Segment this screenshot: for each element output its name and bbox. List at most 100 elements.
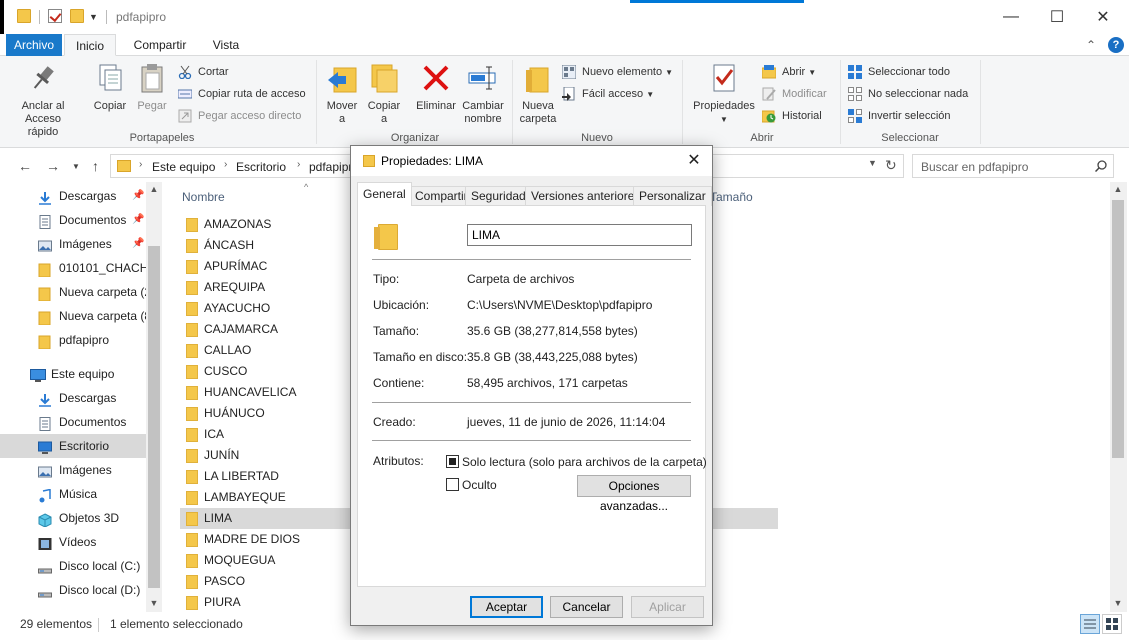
file-list-scrollbar-thumb[interactable]	[1112, 200, 1124, 458]
sidebar-item-quick-2[interactable]: Imágenes 📌	[0, 232, 146, 256]
pc-icon	[30, 367, 46, 382]
sidebar-item-pc-1[interactable]: Documentos	[0, 410, 146, 434]
column-header-name[interactable]: Nombre	[182, 190, 225, 204]
folder-icon	[38, 261, 52, 278]
nav-scrollbar-thumb[interactable]	[148, 246, 160, 588]
new-folder-button[interactable]: Nueva carpeta	[516, 62, 560, 126]
maximize-button[interactable]: ☐	[1034, 0, 1080, 34]
tab-general[interactable]: General	[357, 182, 412, 206]
dialog-close-icon[interactable]: ✕	[682, 150, 706, 172]
cut-button[interactable]: Cortar	[178, 63, 229, 81]
recent-locations-icon[interactable]: ▼	[72, 162, 80, 171]
minimize-button[interactable]: —	[988, 0, 1034, 34]
scroll-down-icon[interactable]: ▼	[146, 598, 162, 608]
sidebar-item-este-equipo[interactable]: Este equipo	[0, 362, 146, 386]
tab-compartir[interactable]: Compartir	[409, 186, 474, 206]
prop-value-creado: jueves, 11 de junio de 2026, 11:14:04	[467, 415, 666, 429]
sidebar-item-quick-5[interactable]: Nueva carpeta (8	[0, 304, 146, 328]
sidebar-item-pc-6[interactable]: Vídeos	[0, 530, 146, 554]
pin-icon[interactable]: 📌	[132, 184, 144, 208]
tab-vista[interactable]: Vista	[204, 34, 248, 56]
sidebar-item-pc-4[interactable]: Música	[0, 482, 146, 506]
sidebar-item-quick-3[interactable]: 010101_CHACHA	[0, 256, 146, 280]
properties-button[interactable]: Propiedades ▼	[688, 62, 760, 126]
details-view-icon[interactable]	[1080, 614, 1100, 634]
sidebar-item-pc-8[interactable]: Disco local (D:)	[0, 578, 146, 602]
download-icon	[38, 189, 52, 205]
edit-label: Modificar	[782, 88, 827, 100]
help-icon[interactable]: ?	[1108, 37, 1124, 53]
edit-button[interactable]: Modificar	[762, 85, 827, 103]
folder-icon	[186, 302, 198, 316]
pin-icon[interactable]: 📌	[132, 232, 144, 256]
select-all-button[interactable]: Seleccionar todo	[848, 63, 950, 81]
invert-selection-button[interactable]: Invertir selección	[848, 107, 951, 125]
tab-versiones-anteriores[interactable]: Versiones anteriores	[525, 186, 647, 206]
hidden-checkbox[interactable]	[446, 478, 459, 491]
sidebar-item-quick-6[interactable]: pdfapipro	[0, 328, 146, 352]
history-button[interactable]: Historial	[761, 107, 822, 125]
sidebar-item-pc-5[interactable]: Objetos 3D	[0, 506, 146, 530]
search-icon[interactable]	[1094, 160, 1107, 173]
advanced-options-button[interactable]: Opciones avanzadas...	[577, 475, 691, 513]
search-input[interactable]: Buscar en pdfapipro	[912, 154, 1114, 178]
new-folder-icon[interactable]	[70, 9, 84, 23]
collapse-ribbon-icon[interactable]: ⌃	[1086, 38, 1096, 52]
scroll-up-icon[interactable]: ▲	[146, 184, 162, 194]
sidebar-item-quick-4[interactable]: Nueva carpeta (2	[0, 280, 146, 304]
breadcrumb-este-equipo[interactable]: Este equipo	[152, 160, 215, 174]
move-to-button[interactable]: Mover a	[322, 62, 362, 126]
select-none-button[interactable]: No seleccionar nada	[848, 85, 968, 103]
sidebar-item-pc-2[interactable]: Escritorio	[0, 434, 146, 458]
paste-button[interactable]: Pegar	[133, 62, 171, 113]
readonly-checkbox[interactable]	[446, 455, 459, 468]
dialog-title-bar[interactable]: Propiedades: LIMA ✕	[351, 146, 712, 176]
scroll-up-icon[interactable]: ▲	[1110, 184, 1126, 194]
prop-value-tamano: 35.6 GB (38,277,814,558 bytes)	[467, 324, 638, 338]
file-name: PIURA	[204, 595, 241, 609]
cancel-button[interactable]: Cancelar	[550, 596, 623, 618]
large-icons-view-icon[interactable]	[1102, 614, 1122, 634]
tab-inicio[interactable]: Inicio	[64, 34, 116, 56]
copy-button[interactable]: Copiar	[90, 62, 130, 113]
apply-button[interactable]: Aplicar	[631, 596, 704, 618]
address-dropdown-icon[interactable]: ▼	[868, 158, 877, 168]
back-arrow-icon[interactable]: ←	[18, 158, 32, 174]
tab-compartir[interactable]: Compartir	[124, 34, 196, 56]
sidebar-item-pc-0[interactable]: Descargas	[0, 386, 146, 410]
properties-check-icon[interactable]	[48, 9, 62, 23]
customize-quick-access-icon[interactable]: ▼	[89, 12, 98, 22]
up-arrow-icon[interactable]: ↑	[92, 158, 99, 174]
copy-to-button[interactable]: Copiar a	[364, 62, 404, 126]
ok-button[interactable]: Aceptar	[470, 596, 543, 618]
pin-icon[interactable]: 📌	[132, 208, 144, 232]
sidebar-item-quick-0[interactable]: Descargas 📌	[0, 184, 146, 208]
close-button[interactable]: ✕	[1080, 0, 1126, 34]
tab-personalizar[interactable]: Personalizar	[633, 186, 712, 206]
file-name: HUÁNUCO	[204, 406, 265, 420]
general-panel: Tipo: Carpeta de archivos Ubicación: C:\…	[357, 205, 707, 587]
easy-access-button[interactable]: Fácil acceso ▼	[562, 85, 654, 103]
chevron-right-icon[interactable]: ›	[224, 159, 227, 170]
sidebar-item-pc-3[interactable]: Imágenes	[0, 458, 146, 482]
tab-archivo[interactable]: Archivo	[6, 34, 62, 56]
pin-quick-access-button[interactable]: Anclar al Acceso rápido	[10, 62, 76, 139]
scroll-down-icon[interactable]: ▼	[1110, 598, 1126, 608]
sidebar-item-quick-1[interactable]: Documentos 📌	[0, 208, 146, 232]
rename-button[interactable]: Cambiar nombre	[460, 62, 506, 126]
copy-path-button[interactable]: Copiar ruta de acceso	[177, 85, 306, 103]
forward-arrow-icon[interactable]: →	[46, 158, 60, 174]
breadcrumb-escritorio[interactable]: Escritorio	[236, 160, 286, 174]
paste-shortcut-button[interactable]: Pegar acceso directo	[178, 107, 301, 125]
tab-seguridad[interactable]: Seguridad	[465, 186, 532, 206]
chevron-right-icon[interactable]: ›	[139, 159, 142, 170]
delete-button[interactable]: Eliminar	[414, 62, 458, 113]
folder-name-input[interactable]	[467, 224, 692, 246]
refresh-icon[interactable]: ↻	[885, 157, 897, 174]
folder-icon	[363, 155, 375, 167]
chevron-right-icon[interactable]: ›	[297, 159, 300, 170]
open-button[interactable]: Abrir ▼	[761, 63, 816, 81]
new-item-button[interactable]: Nuevo elemento ▼	[561, 63, 673, 81]
sidebar-item-pc-7[interactable]: Disco local (C:)	[0, 554, 146, 578]
column-header-size[interactable]: Tamaño	[710, 190, 753, 204]
